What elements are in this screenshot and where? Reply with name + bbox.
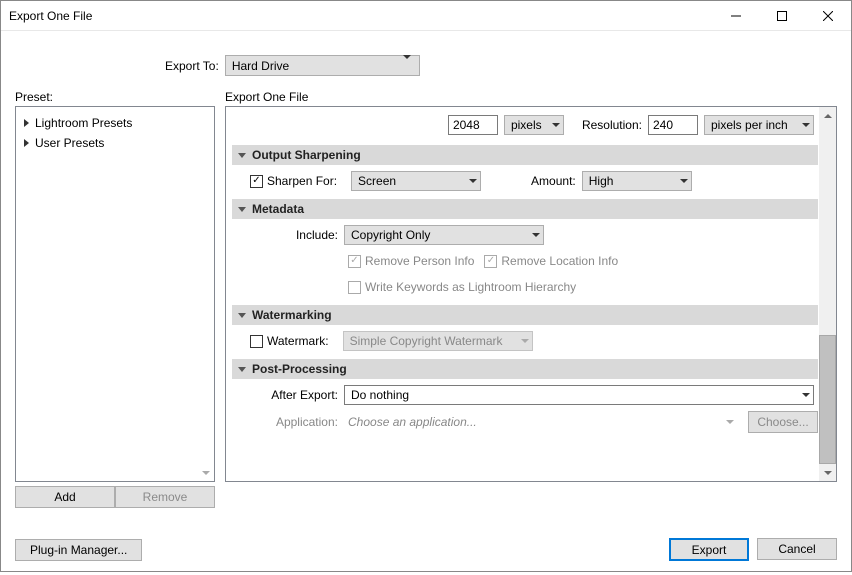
scroll-down-icon[interactable] bbox=[819, 464, 836, 481]
cancel-button[interactable]: Cancel bbox=[757, 538, 837, 560]
close-button[interactable] bbox=[805, 1, 851, 31]
remove-person-checkbox: Remove Person Info bbox=[348, 254, 474, 268]
titlebar: Export One File bbox=[1, 1, 851, 31]
export-to-select[interactable]: Hard Drive bbox=[225, 55, 420, 76]
preset-scrollbar[interactable] bbox=[197, 107, 214, 481]
collapse-icon bbox=[238, 207, 246, 212]
preset-label: Preset: bbox=[15, 90, 215, 104]
section-metadata[interactable]: Metadata bbox=[232, 199, 818, 219]
preset-item-lightroom[interactable]: Lightroom Presets bbox=[20, 113, 210, 133]
scroll-track[interactable] bbox=[819, 124, 836, 464]
application-label: Application: bbox=[232, 415, 344, 429]
settings-scrollbar[interactable] bbox=[819, 107, 836, 481]
scroll-down-icon[interactable] bbox=[197, 464, 214, 481]
scroll-up-icon[interactable] bbox=[819, 107, 836, 124]
resolution-label: Resolution: bbox=[582, 118, 642, 132]
settings-panel: pixels Resolution: pixels per inch Outpu… bbox=[225, 106, 837, 482]
after-export-label: After Export: bbox=[232, 388, 344, 402]
chevron-down-icon bbox=[552, 123, 560, 127]
sharpen-for-select[interactable]: Screen bbox=[351, 171, 481, 191]
preset-list[interactable]: Lightroom Presets User Presets bbox=[15, 106, 215, 482]
maximize-button[interactable] bbox=[759, 1, 805, 31]
watermark-checkbox[interactable]: Watermark: bbox=[250, 334, 329, 348]
settings-label: Export One File bbox=[225, 90, 837, 104]
chevron-down-icon bbox=[802, 393, 810, 397]
minimize-button[interactable] bbox=[713, 1, 759, 31]
expand-icon bbox=[24, 119, 29, 127]
choose-button: Choose... bbox=[748, 411, 818, 433]
amount-select[interactable]: High bbox=[582, 171, 692, 191]
chevron-down-icon bbox=[726, 420, 734, 424]
collapse-icon bbox=[238, 153, 246, 158]
size-value-input[interactable] bbox=[448, 115, 498, 135]
after-export-select[interactable]: Do nothing bbox=[344, 385, 814, 405]
resolution-input[interactable] bbox=[648, 115, 698, 135]
export-button[interactable]: Export bbox=[669, 538, 749, 561]
chevron-down-icon bbox=[532, 233, 540, 237]
collapse-icon bbox=[238, 367, 246, 372]
section-output-sharpening[interactable]: Output Sharpening bbox=[232, 145, 818, 165]
chevron-down-icon bbox=[521, 339, 529, 343]
export-to-label: Export To: bbox=[165, 59, 219, 73]
preset-item-user[interactable]: User Presets bbox=[20, 133, 210, 153]
chevron-down-icon bbox=[680, 179, 688, 183]
size-unit-select[interactable]: pixels bbox=[504, 115, 564, 135]
section-watermarking[interactable]: Watermarking bbox=[232, 305, 818, 325]
window-title: Export One File bbox=[9, 9, 713, 23]
chevron-down-icon bbox=[802, 123, 810, 127]
preset-add-button[interactable]: Add bbox=[15, 486, 115, 508]
chevron-down-icon bbox=[399, 59, 415, 73]
section-post-processing[interactable]: Post-Processing bbox=[232, 359, 818, 379]
remove-location-checkbox: Remove Location Info bbox=[484, 254, 618, 268]
resolution-unit-select[interactable]: pixels per inch bbox=[704, 115, 814, 135]
amount-label: Amount: bbox=[531, 174, 576, 188]
export-to-value: Hard Drive bbox=[232, 59, 289, 73]
write-keywords-checkbox: Write Keywords as Lightroom Hierarchy bbox=[348, 280, 576, 294]
scroll-thumb[interactable] bbox=[819, 335, 836, 464]
collapse-icon bbox=[238, 313, 246, 318]
expand-icon bbox=[24, 139, 29, 147]
include-select[interactable]: Copyright Only bbox=[344, 225, 544, 245]
chevron-down-icon bbox=[469, 179, 477, 183]
preset-remove-button: Remove bbox=[115, 486, 215, 508]
include-label: Include: bbox=[232, 228, 344, 242]
plugin-manager-button[interactable]: Plug-in Manager... bbox=[15, 539, 142, 561]
application-field: Choose an application... bbox=[344, 415, 742, 429]
watermark-select: Simple Copyright Watermark bbox=[343, 331, 533, 351]
sharpen-for-checkbox[interactable]: Sharpen For: bbox=[250, 174, 337, 188]
